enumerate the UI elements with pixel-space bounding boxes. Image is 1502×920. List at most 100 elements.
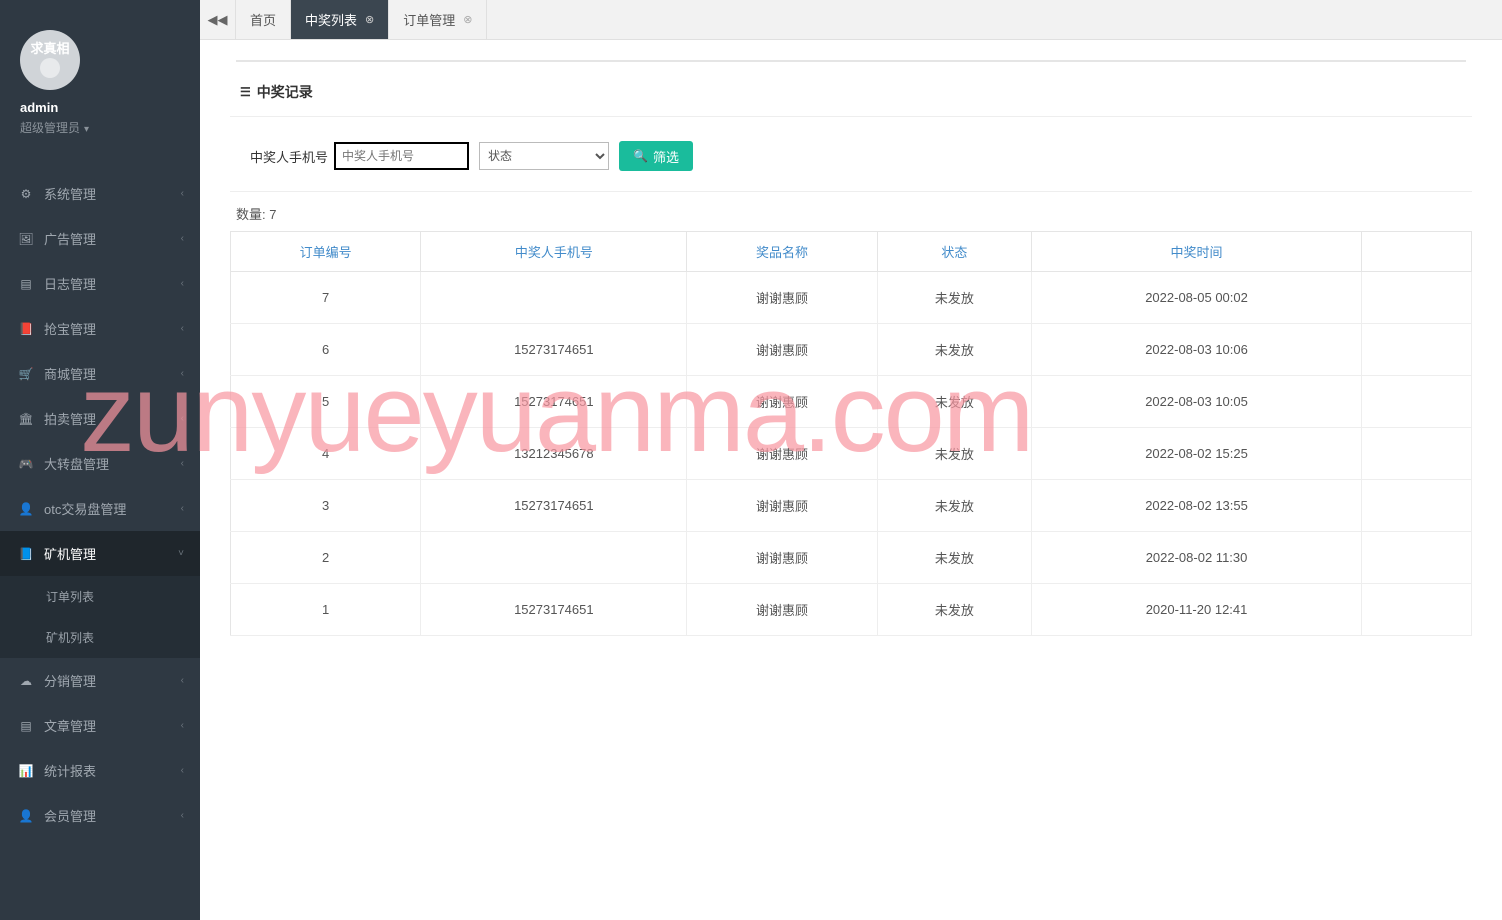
sidebar-item-icon: 📕: [18, 322, 34, 336]
sidebar-item-4[interactable]: 🛒商城管理‹: [0, 351, 200, 396]
close-icon[interactable]: ⊗: [365, 13, 374, 26]
sidebar-item-9[interactable]: ☁分销管理‹: [0, 658, 200, 703]
cell-time: 2022-08-05 00:02: [1032, 272, 1362, 324]
filter-button[interactable]: 🔍 筛选: [619, 141, 693, 171]
table-body: 7谢谢惠顾未发放2022-08-05 00:02615273174651谢谢惠顾…: [231, 272, 1472, 636]
cell-id: 5: [231, 376, 421, 428]
chevron-left-icon: ‹: [181, 413, 184, 424]
close-icon[interactable]: ⊗: [463, 13, 472, 26]
sidebar-item-label: 系统管理: [44, 184, 96, 203]
cell-prize: 谢谢惠顾: [687, 480, 877, 532]
cell-phone: 15273174651: [421, 480, 687, 532]
role-dropdown[interactable]: 超级管理员: [20, 119, 180, 136]
cell-actions: [1362, 480, 1472, 532]
cell-status: 未发放: [877, 584, 1031, 636]
cell-time: 2020-11-20 12:41: [1032, 584, 1362, 636]
sidebar-item-icon: ▤: [18, 719, 34, 733]
sidebar-item-label: 拍卖管理: [44, 409, 96, 428]
sidebar-subitem-0[interactable]: 订单列表: [0, 576, 200, 617]
username: admin: [20, 100, 180, 115]
sidebar-item-icon: 📊: [18, 764, 34, 778]
sidebar-item-12[interactable]: 👤 会员管理 ‹: [0, 793, 200, 838]
sidebar-item-2[interactable]: ▤日志管理‹: [0, 261, 200, 306]
sidebar-item-label: 会员管理: [44, 806, 96, 825]
chevron-left-icon: ‹: [181, 675, 184, 686]
tab-2[interactable]: 订单管理⊗: [389, 0, 487, 39]
sidebar-item-label: 文章管理: [44, 716, 96, 735]
filter-phone-label: 中奖人手机号: [250, 147, 328, 166]
cell-time: 2022-08-03 10:06: [1032, 324, 1362, 376]
sidebar-item-icon: 👤: [18, 502, 34, 516]
sidebar-item-label: 广告管理: [44, 229, 96, 248]
sidebar: 求真相 admin 超级管理员 ⚙系统管理‹🖼广告管理‹▤日志管理‹📕抢宝管理‹…: [0, 0, 200, 920]
sidebar-item-label: 商城管理: [44, 364, 96, 383]
search-icon: 🔍: [633, 149, 648, 163]
sidebar-item-11[interactable]: 📊统计报表‹: [0, 748, 200, 793]
table-header-2[interactable]: 奖品名称: [687, 232, 877, 272]
cell-prize: 谢谢惠顾: [687, 428, 877, 480]
divider: [236, 60, 1466, 62]
cell-actions: [1362, 584, 1472, 636]
cell-id: 1: [231, 584, 421, 636]
cell-status: 未发放: [877, 272, 1031, 324]
filter-phone-input[interactable]: [334, 142, 469, 170]
filter-status-select[interactable]: 状态: [479, 142, 609, 170]
filter-button-label: 筛选: [653, 147, 679, 166]
table-header-5[interactable]: [1362, 232, 1472, 272]
chevron-left-icon: ‹: [181, 323, 184, 334]
sidebar-item-7[interactable]: 👤otc交易盘管理‹: [0, 486, 200, 531]
cell-phone: [421, 532, 687, 584]
sidebar-item-icon: 👤: [18, 809, 34, 823]
cell-prize: 谢谢惠顾: [687, 532, 877, 584]
cell-id: 4: [231, 428, 421, 480]
content: ☰ 中奖记录 中奖人手机号 状态 🔍 筛选 数量: 7 订单编号中奖人手机号奖品…: [200, 40, 1502, 666]
tabs-collapse-icon[interactable]: ◀◀: [200, 0, 236, 39]
sidebar-submenu: 订单列表矿机列表: [0, 576, 200, 658]
cell-status: 未发放: [877, 324, 1031, 376]
chevron-left-icon: ‹: [181, 278, 184, 289]
cell-phone: 13212345678: [421, 428, 687, 480]
cell-actions: [1362, 428, 1472, 480]
sidebar-item-icon: 🖼: [18, 232, 34, 246]
cell-time: 2022-08-02 11:30: [1032, 532, 1362, 584]
cell-prize: 谢谢惠顾: [687, 272, 877, 324]
sidebar-item-label: 抢宝管理: [44, 319, 96, 338]
chevron-left-icon: ‹: [181, 810, 184, 821]
table-header-1[interactable]: 中奖人手机号: [421, 232, 687, 272]
sidebar-item-3[interactable]: 📕 抢宝管理 ‹: [0, 306, 200, 351]
table-header-0[interactable]: 订单编号: [231, 232, 421, 272]
count-text: 数量:: [236, 207, 266, 222]
sidebar-item-icon: ▤: [18, 277, 34, 291]
sidebar-item-icon: 🛒: [18, 367, 34, 381]
chevron-left-icon: ‹: [181, 765, 184, 776]
avatar-text: 求真相: [20, 38, 80, 57]
sidebar-item-label: 分销管理: [44, 671, 96, 690]
table-row: 413212345678谢谢惠顾未发放2022-08-02 15:25: [231, 428, 1472, 480]
sidebar-item-10[interactable]: ▤文章管理‹: [0, 703, 200, 748]
sidebar-item-0[interactable]: ⚙系统管理‹: [0, 171, 200, 216]
table-header-4[interactable]: 中奖时间: [1032, 232, 1362, 272]
table-header-3[interactable]: 状态: [877, 232, 1031, 272]
cell-actions: [1362, 532, 1472, 584]
sidebar-item-5[interactable]: 🏛拍卖管理‹: [0, 396, 200, 441]
cell-prize: 谢谢惠顾: [687, 376, 877, 428]
cell-actions: [1362, 376, 1472, 428]
tab-1[interactable]: 中奖列表⊗: [291, 0, 389, 39]
chevron-left-icon: ‹: [181, 503, 184, 514]
sidebar-item-label: 大转盘管理: [44, 454, 109, 473]
avatar[interactable]: 求真相: [20, 30, 80, 90]
sidebar-subitem-1[interactable]: 矿机列表: [0, 617, 200, 658]
sidebar-item-8[interactable]: 📘矿机管理˅: [0, 531, 200, 576]
profile-block: 求真相 admin 超级管理员: [0, 0, 200, 151]
tab-0[interactable]: 首页: [236, 0, 291, 39]
cell-prize: 谢谢惠顾: [687, 324, 877, 376]
cell-id: 3: [231, 480, 421, 532]
cell-phone: 15273174651: [421, 324, 687, 376]
sidebar-item-6[interactable]: 🎮大转盘管理‹: [0, 441, 200, 486]
chevron-left-icon: ‹: [181, 458, 184, 469]
cell-id: 6: [231, 324, 421, 376]
sidebar-item-1[interactable]: 🖼 广告管理 ‹: [0, 216, 200, 261]
cell-status: 未发放: [877, 480, 1031, 532]
chevron-left-icon: ‹: [181, 233, 184, 244]
tabbar: ◀◀ 首页中奖列表⊗订单管理⊗: [200, 0, 1502, 40]
